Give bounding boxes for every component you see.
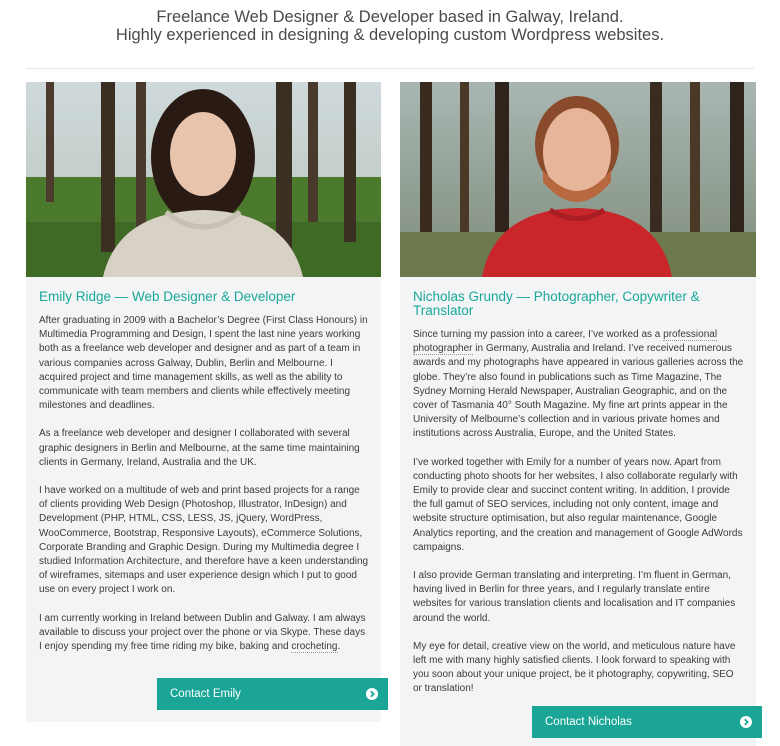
arrow-circle-icon xyxy=(366,688,378,700)
crocheting-link[interactable]: crocheting xyxy=(291,641,338,654)
contact-emily-label: Contact Emily xyxy=(170,688,241,700)
emily-bio-p4-end: . xyxy=(337,641,341,653)
nicholas-heading: Nicholas Grundy — Photographer, Copywrit… xyxy=(413,289,700,318)
emily-bio: After graduating in 2009 with a Bachelor… xyxy=(26,304,381,654)
emily-heading: Emily Ridge — Web Designer & Developer xyxy=(39,289,296,304)
divider xyxy=(26,68,754,69)
nicholas-bio-p1-end: in Germany, Australia and Ireland. I’ve … xyxy=(413,343,744,440)
nicholas-bio-p3: I also provide German translating and in… xyxy=(413,570,736,624)
intro-line-2: Highly experienced in designing & develo… xyxy=(115,26,665,44)
arrow-circle-icon xyxy=(740,716,752,728)
nicholas-bio-p2: I’ve worked together with Emily for a nu… xyxy=(413,456,743,553)
profile-card-emily: Emily Ridge — Web Designer & Developer A… xyxy=(26,82,388,722)
nicholas-bio-p1-start: Since turning my passion into a career, … xyxy=(413,329,664,340)
intro-line-1: Freelance Web Designer & Developer based… xyxy=(156,8,624,26)
nicholas-bio-p4: My eye for detail, creative view on the … xyxy=(413,640,736,695)
emily-bio-p2: As a freelance web developer and designe… xyxy=(39,428,360,468)
profile-card-nicholas: Nicholas Grundy — Photographer, Copywrit… xyxy=(400,82,762,746)
contact-nicholas-button[interactable]: Contact Nicholas xyxy=(532,706,762,738)
contact-emily-button[interactable]: Contact Emily xyxy=(157,678,388,710)
emily-photo xyxy=(26,82,381,277)
nicholas-bio-p1: Since turning my passion into a career, … xyxy=(413,328,744,442)
nicholas-photo xyxy=(400,82,756,277)
intro-tagline: Freelance Web Designer & Developer based… xyxy=(0,0,780,44)
contact-nicholas-label: Contact Nicholas xyxy=(545,716,632,728)
nicholas-bio: Since turning my passion into a career, … xyxy=(400,318,756,697)
emily-bio-p4: I am currently working in Ireland betwee… xyxy=(39,612,369,655)
emily-bio-p1: After graduating in 2009 with a Bachelor… xyxy=(39,315,368,412)
emily-bio-p3: I have worked on a multitude of web and … xyxy=(39,485,369,596)
